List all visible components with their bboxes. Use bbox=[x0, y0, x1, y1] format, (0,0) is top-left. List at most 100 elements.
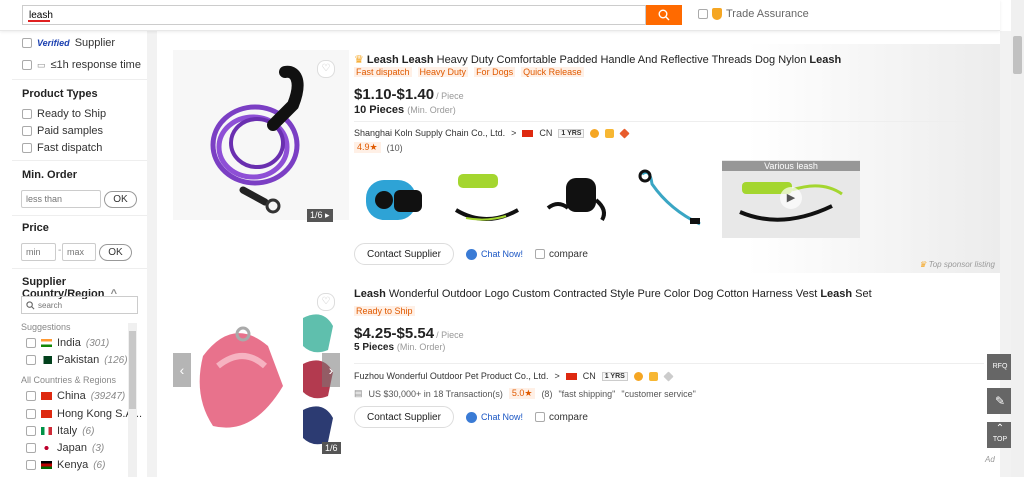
price-range: $4.25-$5.54/ Piece bbox=[354, 325, 464, 342]
contact-supplier-button[interactable]: Contact Supplier bbox=[354, 243, 454, 265]
page-scrollbar[interactable] bbox=[1011, 0, 1024, 477]
country-list-scrollbar[interactable] bbox=[128, 323, 137, 477]
thumbnail[interactable] bbox=[538, 160, 620, 238]
suggestions-label: Suggestions bbox=[21, 322, 71, 332]
verified-supplier-checkbox[interactable] bbox=[22, 38, 32, 48]
product-type-checkbox[interactable] bbox=[22, 109, 32, 119]
product-title[interactable]: ♛ Leash Leash Heavy Duty Comfortable Pad… bbox=[354, 53, 841, 66]
country-search-input[interactable] bbox=[38, 299, 134, 311]
chat-icon bbox=[465, 248, 477, 260]
heart-icon[interactable]: ♡ bbox=[317, 60, 335, 78]
back-to-top-button[interactable]: ⌃ TOP bbox=[987, 422, 1013, 448]
title-keyword: Leash bbox=[809, 54, 842, 66]
country-option-india[interactable]: India (301) bbox=[26, 337, 109, 349]
title-text: Set bbox=[852, 288, 872, 300]
contact-supplier-button[interactable]: Contact Supplier bbox=[354, 406, 454, 428]
play-icon[interactable]: ▶ bbox=[780, 187, 802, 209]
country-option-pakistan[interactable]: Pakistan (126) bbox=[26, 354, 128, 366]
response-time-filter[interactable]: ▭ ≤1h response time bbox=[22, 59, 141, 71]
verified-supplier-filter[interactable]: Verified Supplier bbox=[22, 37, 115, 49]
tag: Ready to Ship bbox=[354, 306, 415, 316]
product-type-checkbox[interactable] bbox=[22, 126, 32, 136]
chat-now-link[interactable]: Chat Now! bbox=[465, 411, 523, 423]
country-checkbox[interactable] bbox=[26, 409, 36, 419]
heart-icon[interactable]: ♡ bbox=[317, 293, 335, 311]
compare-toggle[interactable]: compare bbox=[534, 248, 588, 260]
product-card[interactable]: ‹ › ♡ 1/6 Leash Wonderful Outdoor Logo C… bbox=[157, 279, 1000, 469]
supplier-years-badge: 1 YRS bbox=[558, 128, 585, 138]
india-flag-icon bbox=[41, 339, 52, 347]
country-checkbox[interactable] bbox=[26, 460, 36, 470]
search-input[interactable] bbox=[22, 5, 646, 25]
rating-row: ▤ US $30,000+ in 18 Transaction(s) 5.0★ … bbox=[354, 388, 696, 399]
price-ok-button[interactable]: OK bbox=[99, 244, 132, 261]
title-keyword: Leash Leash bbox=[366, 54, 434, 66]
feedback-icon[interactable]: ✎ bbox=[987, 388, 1013, 414]
thumbnail[interactable] bbox=[354, 160, 436, 238]
search-button[interactable] bbox=[646, 5, 682, 25]
product-title[interactable]: Leash Wonderful Outdoor Logo Custom Cont… bbox=[354, 288, 872, 300]
scrollbar-thumb[interactable] bbox=[129, 331, 136, 409]
review-count[interactable]: (8) bbox=[541, 389, 552, 399]
country-option-japan[interactable]: Japan (3) bbox=[26, 442, 104, 454]
supplier-info: Shanghai Koln Supply Chain Co., Ltd. > C… bbox=[354, 127, 631, 139]
country-option-italy[interactable]: Italy (6) bbox=[26, 425, 94, 437]
divider bbox=[12, 79, 147, 80]
country-search-box[interactable] bbox=[21, 296, 138, 314]
compare-checkbox[interactable] bbox=[534, 412, 545, 422]
response-time-checkbox[interactable] bbox=[22, 60, 32, 70]
chevron-right-icon[interactable]: > bbox=[511, 128, 516, 138]
min-order-heading: Min. Order bbox=[22, 169, 78, 181]
supplier-name[interactable]: Fuzhou Wonderful Outdoor Pet Product Co.… bbox=[354, 371, 548, 381]
trade-assurance-filter[interactable]: Trade Assurance bbox=[698, 8, 809, 20]
review-count[interactable]: (10) bbox=[387, 143, 403, 153]
product-type-option[interactable]: Paid samples bbox=[22, 125, 103, 137]
china-flag-icon bbox=[522, 129, 534, 137]
compare-checkbox[interactable] bbox=[534, 249, 545, 259]
min-order: 5 Pieces (Min. Order) bbox=[354, 342, 445, 353]
previous-image-arrow[interactable]: ‹ bbox=[173, 353, 191, 387]
thumbnail[interactable] bbox=[630, 160, 712, 238]
country-checkbox[interactable] bbox=[26, 338, 36, 348]
thumbnail[interactable] bbox=[446, 160, 528, 238]
compare-label: compare bbox=[548, 248, 588, 260]
min-order-ok-button[interactable]: OK bbox=[104, 191, 137, 208]
title-keyword: Leash bbox=[820, 288, 853, 300]
country-checkbox[interactable] bbox=[26, 355, 36, 365]
country-option-china[interactable]: China (39247) bbox=[26, 390, 125, 402]
supplier-country: CN bbox=[582, 371, 596, 381]
product-type-option[interactable]: Fast dispatch bbox=[22, 142, 102, 154]
transactions-icon: ▤ bbox=[354, 388, 363, 398]
rfq-label: RFQ bbox=[992, 363, 1008, 370]
search-icon bbox=[658, 9, 670, 21]
country-checkbox[interactable] bbox=[26, 426, 36, 436]
country-checkbox[interactable] bbox=[26, 391, 36, 401]
scrollbar-thumb[interactable] bbox=[1013, 36, 1022, 74]
min-order-label: (Min. Order) bbox=[407, 105, 456, 115]
country-option-kenya[interactable]: Kenya (6) bbox=[26, 459, 105, 471]
min-order-input[interactable] bbox=[21, 190, 101, 208]
country-count: (39247) bbox=[90, 390, 126, 402]
supplier-info: Fuzhou Wonderful Outdoor Pet Product Co.… bbox=[354, 370, 674, 382]
country-checkbox[interactable] bbox=[26, 443, 36, 453]
price-max-input[interactable] bbox=[62, 243, 96, 261]
chat-bubble-icon: ▭ bbox=[37, 59, 46, 70]
chat-now-link[interactable]: Chat Now! bbox=[465, 248, 523, 260]
product-card[interactable]: ♡ 1/6 ▸ ♛ Leash Leash Heavy Duty Comfort… bbox=[157, 44, 1000, 273]
supplier-years-badge: 1 YRS bbox=[601, 371, 628, 381]
product-type-checkbox[interactable] bbox=[22, 143, 32, 153]
divider bbox=[12, 268, 147, 269]
country-option-hong-kong[interactable]: Hong Kong S.A... bbox=[26, 408, 142, 420]
product-type-label: Paid samples bbox=[37, 125, 104, 137]
price-min-input[interactable] bbox=[21, 243, 56, 261]
japan-flag-icon bbox=[41, 444, 52, 452]
rfq-button[interactable]: RFQ bbox=[987, 354, 1013, 380]
next-image-arrow[interactable]: › bbox=[322, 353, 340, 387]
chevron-right-icon[interactable]: > bbox=[554, 371, 559, 381]
product-type-option[interactable]: Ready to Ship bbox=[22, 108, 106, 120]
trade-assurance-checkbox[interactable] bbox=[698, 9, 708, 19]
video-thumbnail[interactable]: Various leash ▶ bbox=[722, 160, 860, 238]
compare-toggle[interactable]: compare bbox=[534, 412, 588, 423]
diamond-icon bbox=[619, 127, 631, 139]
supplier-name[interactable]: Shanghai Koln Supply Chain Co., Ltd. bbox=[354, 128, 505, 138]
